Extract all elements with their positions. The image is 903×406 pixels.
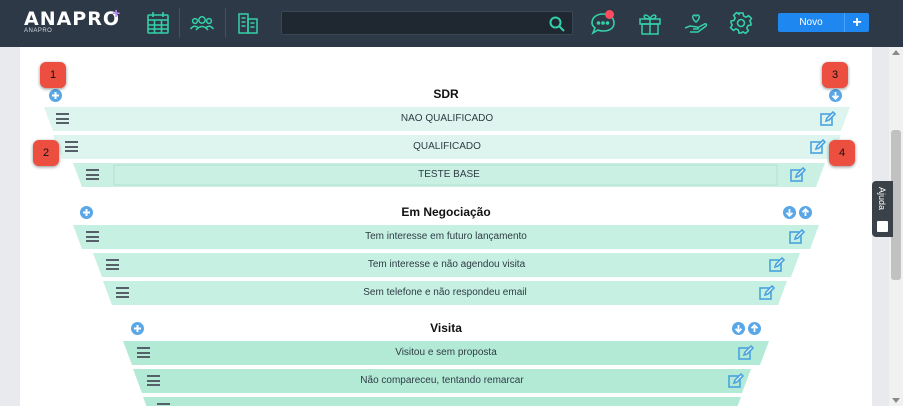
funnel-row-label: Tem interesse e não agendou visita	[367, 259, 526, 270]
scroll-down-arrow-icon[interactable]	[892, 398, 900, 403]
annotation-badge: 2	[33, 140, 59, 166]
logo-plus-mark: +	[112, 5, 121, 21]
annotation-badge: 3	[822, 62, 848, 88]
move-down-button[interactable]	[732, 322, 745, 335]
funnel-row[interactable]: Tem interesse em futuro lançamento	[73, 225, 819, 249]
group-title-visita: Visita	[430, 321, 462, 335]
calendar-icon[interactable]	[145, 10, 171, 36]
help-book-icon	[877, 221, 888, 232]
move-down-button[interactable]	[829, 89, 842, 102]
move-up-button[interactable]	[799, 206, 812, 219]
help-tab-label: Ajuda	[877, 187, 887, 211]
hand-heart-icon[interactable]	[683, 10, 709, 36]
search-icon[interactable]	[548, 15, 566, 33]
users-group-icon[interactable]	[189, 10, 215, 36]
funnel-row-label: Sem telefone e não respondeu email	[363, 287, 527, 298]
funnel-row-label: Não compareceu, tentando remarcar	[360, 375, 524, 386]
funnel-row[interactable]: NAO QUALIFICADO	[44, 107, 850, 131]
funnel-row-label: Visitou e sem proposta	[395, 347, 497, 358]
add-button[interactable]: +	[844, 13, 869, 32]
funnel-row[interactable]: Não compareceu, tentando remarcar	[133, 369, 751, 393]
move-up-button[interactable]	[748, 322, 761, 335]
group-title-sdr: SDR	[433, 87, 459, 101]
app-logo-subtitle: ANAPRO	[24, 28, 53, 34]
search-input[interactable]	[281, 11, 573, 35]
add-stage-button[interactable]	[49, 89, 62, 102]
funnel-row-label: NAO QUALIFICADO	[400, 113, 494, 124]
add-stage-button[interactable]	[131, 322, 144, 335]
edit-icon[interactable]	[769, 256, 786, 272]
edit-icon[interactable]	[810, 138, 827, 154]
funnel-row-label: TESTE BASE	[418, 169, 480, 180]
nav-divider	[179, 8, 180, 38]
help-tab[interactable]: Ajuda	[872, 181, 893, 237]
edit-icon[interactable]	[790, 166, 807, 182]
top-navbar: ANAPRO + ANAPRO Novo +	[0, 0, 903, 47]
annotation-badge: 4	[829, 140, 855, 166]
group-title-em-negociacao: Em Negociação	[401, 205, 491, 219]
funnel-row[interactable]	[143, 397, 741, 406]
gift-icon[interactable]	[637, 10, 663, 36]
app-logo[interactable]: ANAPRO	[24, 8, 120, 30]
gear-icon[interactable]	[728, 10, 754, 36]
edit-icon[interactable]	[820, 110, 837, 126]
funnel-row-label: QUALIFICADO	[413, 141, 481, 152]
annotation-badge: 1	[40, 62, 66, 88]
edit-icon[interactable]	[789, 228, 806, 244]
new-button[interactable]: Novo	[778, 13, 844, 32]
funnel-row[interactable]: Tem interesse e não agendou visita	[93, 253, 800, 277]
nav-divider	[225, 8, 226, 38]
funnel-row-label: Tem interesse em futuro lançamento	[365, 231, 527, 242]
edit-icon[interactable]	[759, 284, 776, 300]
funnel-row[interactable]: Sem telefone e não respondeu email	[103, 281, 787, 305]
notification-dot	[605, 10, 614, 19]
funnel-row-shape	[143, 397, 741, 406]
scroll-up-arrow-icon[interactable]	[892, 50, 900, 55]
move-down-button[interactable]	[783, 206, 796, 219]
edit-icon[interactable]	[738, 344, 755, 360]
funnel-row[interactable]: TESTE BASE	[73, 163, 825, 187]
funnel-row[interactable]: QUALIFICADO	[53, 135, 841, 159]
add-stage-button[interactable]	[80, 206, 93, 219]
building-icon[interactable]	[235, 10, 261, 36]
edit-icon[interactable]	[728, 372, 745, 388]
funnel-row[interactable]: Visitou e sem proposta	[123, 341, 769, 365]
